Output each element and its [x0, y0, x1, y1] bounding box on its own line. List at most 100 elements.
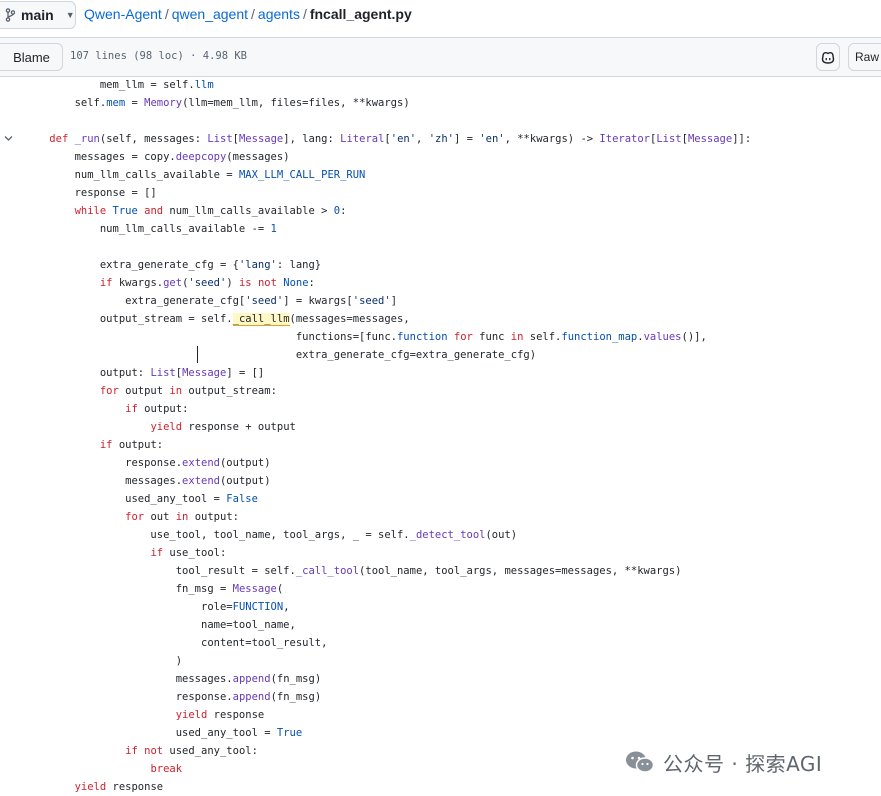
- code-token: ] = kwargs[: [283, 295, 353, 307]
- code-token: (: [276, 583, 284, 595]
- code-token: None: [283, 277, 309, 289]
- code-line: output: List[Message] = []: [0, 364, 881, 382]
- code-token: FUNCTION: [232, 601, 284, 613]
- code-token: append: [232, 691, 271, 703]
- code-line: if kwargs.get('seed') is not None:: [0, 274, 881, 292]
- breadcrumb-file-name: fncall_agent.py: [309, 6, 412, 22]
- code-token: extra_generate_cfg[: [24, 295, 246, 307]
- code-token: output_stream:: [182, 385, 277, 397]
- code-token: 'seed': [188, 277, 227, 289]
- code-token: functions=[func.: [24, 331, 397, 343]
- breadcrumb-separator: /: [164, 6, 169, 22]
- code-line: response = []: [0, 184, 881, 202]
- code-line: messages.append(fn_msg): [0, 670, 881, 688]
- code-token: mem_llm = self.: [24, 79, 195, 91]
- code-line: content=tool_result,: [0, 634, 881, 652]
- code-token: ()],: [681, 331, 707, 343]
- code-token: Message: [238, 133, 284, 145]
- code-token: : lang}: [276, 259, 322, 271]
- code-token: messages.: [24, 475, 183, 487]
- code-token: used_any_tool =: [24, 493, 227, 505]
- code-token: 'en': [390, 133, 417, 145]
- code-token: Iterator: [599, 133, 650, 145]
- code-token: mem: [106, 97, 126, 109]
- code-token: ,: [283, 601, 290, 613]
- code-token: ], lang:: [283, 133, 341, 145]
- code-token: tool_result = self.: [24, 565, 296, 577]
- branch-selector[interactable]: main ▼: [0, 1, 76, 29]
- code-token: if: [150, 547, 164, 559]
- code-line: role=FUNCTION,: [0, 598, 881, 616]
- copilot-button[interactable]: [816, 43, 840, 71]
- code-token: True: [276, 727, 303, 739]
- code-token: response = []: [24, 187, 157, 199]
- code-token: output:: [24, 367, 151, 379]
- code-token: self.: [523, 331, 562, 343]
- code-line: response.append(fn_msg): [0, 688, 881, 706]
- code-token: for: [99, 385, 119, 397]
- breadcrumb-repo-link[interactable]: Qwen-Agent: [84, 6, 162, 22]
- code-token: if: [99, 439, 113, 451]
- code-line: extra_generate_cfg = {'lang': lang}: [0, 256, 881, 274]
- code-line: for output in output_stream:: [0, 382, 881, 400]
- code-token: function_map: [561, 331, 638, 343]
- code-token: Message: [182, 367, 227, 379]
- code-line: extra_generate_cfg=extra_generate_cfg): [0, 346, 881, 364]
- watermark: 公众号 · 探索AGI: [625, 748, 822, 776]
- code-token: use_tool:: [163, 547, 227, 559]
- raw-button[interactable]: Raw: [848, 43, 881, 71]
- code-line: name=tool_name,: [0, 616, 881, 634]
- code-line: if use_tool:: [0, 544, 881, 562]
- code-token: name=tool_name,: [24, 619, 296, 631]
- code-token: ]: [390, 295, 398, 307]
- breadcrumb-dir-link[interactable]: qwen_agent: [172, 6, 248, 22]
- code-token: 'seed': [245, 295, 284, 307]
- code-token: 1: [270, 223, 277, 235]
- code-token: ): [226, 277, 239, 289]
- code-line: mem_llm = self.llm: [0, 76, 881, 94]
- code-token: _call_llm: [232, 313, 290, 326]
- code-token: in: [510, 331, 524, 343]
- code-line: num_llm_calls_available = MAX_LLM_CALL_P…: [0, 166, 881, 184]
- code-token: ): [24, 655, 183, 667]
- code-line: yield response + output: [0, 418, 881, 436]
- branch-name: main: [21, 7, 54, 23]
- code-token: _call_tool: [295, 565, 360, 577]
- code-line: ): [0, 652, 881, 670]
- code-token: messages.: [24, 673, 233, 685]
- breadcrumb-dir-link[interactable]: agents: [258, 6, 300, 22]
- code-token: append: [232, 673, 271, 685]
- code-token: used_any_tool =: [24, 727, 277, 739]
- blame-button[interactable]: Blame: [0, 43, 63, 71]
- code-line: used_any_tool = False: [0, 490, 881, 508]
- code-line: yield response: [0, 706, 881, 724]
- code-token: and: [144, 205, 164, 217]
- code-token: yield: [74, 781, 107, 793]
- code-token: (out): [485, 529, 518, 541]
- chevron-down-icon[interactable]: [4, 134, 13, 143]
- code-line: for out in output:: [0, 508, 881, 526]
- file-info: 107 lines (98 loc) · 4.98 KB: [70, 50, 248, 62]
- code-line: while True and num_llm_calls_available >…: [0, 202, 881, 220]
- code-token: ] =: [454, 133, 480, 145]
- code-token: content=tool_result,: [24, 637, 328, 649]
- code-token: (output): [219, 475, 271, 487]
- breadcrumb-separator: /: [302, 6, 307, 22]
- code-token: use_tool, tool_name, tool_args, _ = self…: [24, 529, 410, 541]
- code-token: in: [169, 385, 183, 397]
- code-line: response.extend(output): [0, 454, 881, 472]
- code-token: extra_generate_cfg=extra_generate_cfg): [24, 349, 537, 361]
- file-toolbar: Blame 107 lines (98 loc) · 4.98 KB Raw: [0, 37, 881, 77]
- code-token: Memory: [144, 97, 183, 109]
- code-token: output:: [137, 403, 189, 415]
- code-token: output:: [188, 511, 239, 523]
- code-token: 'zh': [428, 133, 454, 145]
- code-line: if output:: [0, 436, 881, 454]
- code-view[interactable]: mem_llm = self.llm self.mem = Memory(llm…: [0, 76, 881, 796]
- code-token: (tool_name, tool_args, messages=messages…: [359, 565, 682, 577]
